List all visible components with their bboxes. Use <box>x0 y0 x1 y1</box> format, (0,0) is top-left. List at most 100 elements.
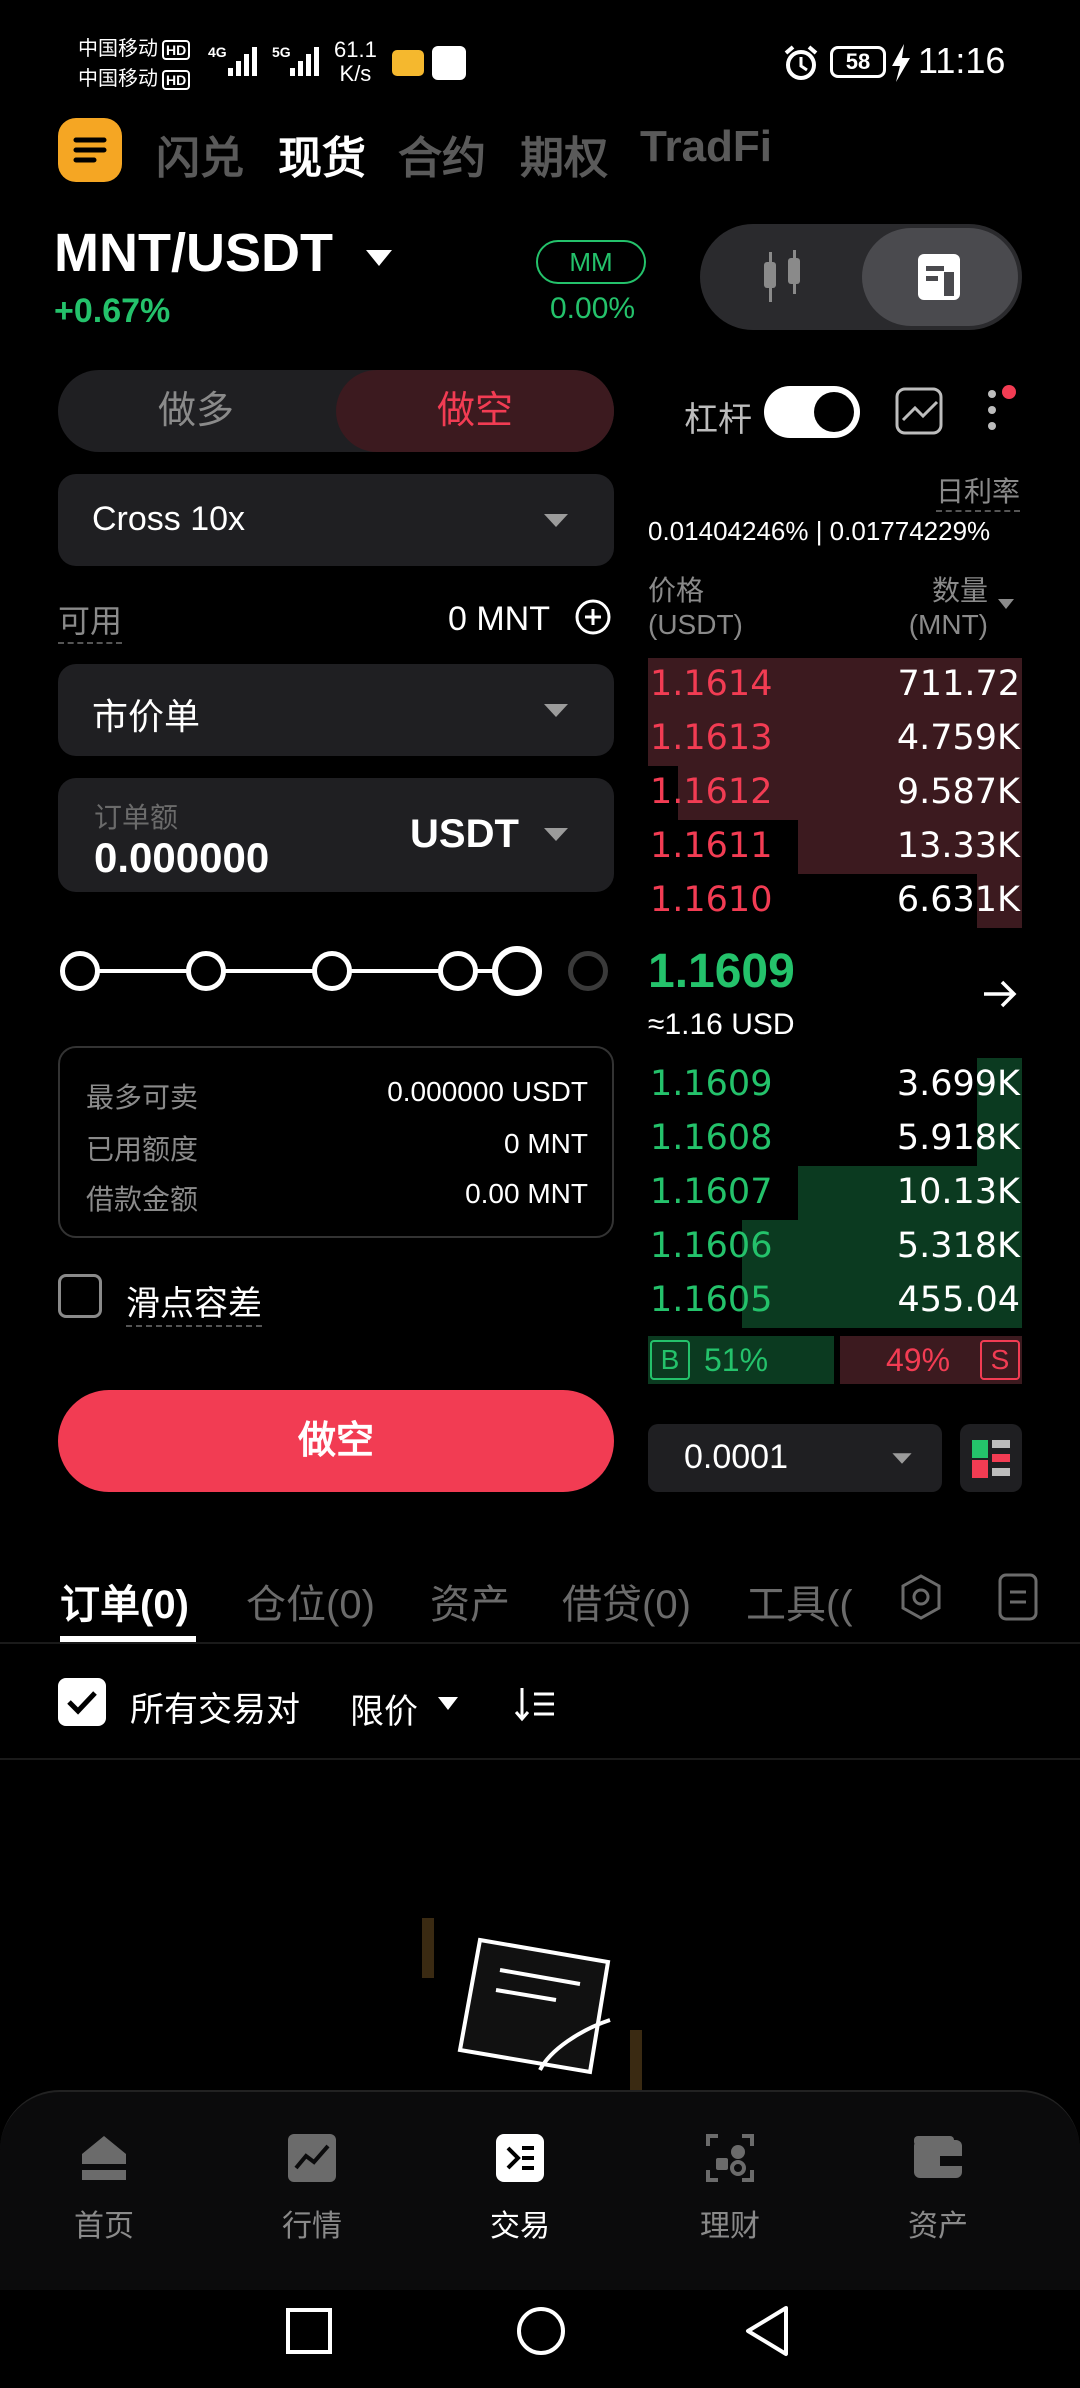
chevron-down-icon[interactable] <box>996 596 1016 612</box>
order-history-icon[interactable] <box>996 1572 1042 1622</box>
nav-label: 交易 <box>490 2210 550 2243</box>
qty-header[interactable]: 数量 (MNT) <box>880 574 988 642</box>
sort-icon[interactable] <box>514 1684 558 1724</box>
home-icon <box>82 2136 126 2180</box>
add-funds-icon[interactable] <box>574 598 612 636</box>
short-tab[interactable]: 做空 <box>336 370 614 452</box>
order-filter[interactable]: 限价 <box>350 1684 418 1733</box>
nav-assets[interactable]: 资产 <box>858 2130 1018 2245</box>
bid-quantity: 10.13K <box>896 1172 1020 1212</box>
buy-sell-ratio: B 51% 49% S <box>648 1336 1022 1384</box>
order-type-select[interactable]: 市价单 <box>58 664 614 756</box>
slider-step-100[interactable] <box>568 951 608 991</box>
ask-row[interactable]: 1.1610 6.631K <box>648 874 1022 928</box>
ask-quantity: 4.759K <box>896 718 1020 758</box>
nav-label: 理财 <box>700 2210 760 2243</box>
amount-label: 订单额 <box>94 802 179 833</box>
ask-price: 1.1611 <box>650 826 773 866</box>
tab-positions[interactable]: 仓位(0) <box>246 1572 375 1630</box>
tab-assets[interactable]: 资产 <box>430 1572 510 1630</box>
tab-futures[interactable]: 合约 <box>398 122 486 186</box>
precision-select[interactable]: 0.0001 <box>648 1424 942 1492</box>
slider-step-75[interactable] <box>438 951 478 991</box>
nav-label: 首页 <box>74 2210 134 2243</box>
buy-ratio: 51% <box>704 1342 769 1378</box>
ask-quantity: 6.631K <box>896 880 1020 920</box>
tab-tools[interactable]: 工具(( <box>746 1572 852 1630</box>
menu-icon <box>73 137 107 163</box>
hd-badge: HD <box>162 70 191 90</box>
amount-slider[interactable] <box>58 944 614 998</box>
nav-earn[interactable]: 理财 <box>650 2130 810 2245</box>
book-layout-button[interactable] <box>960 1424 1022 1492</box>
info-value-used: 0 MNT <box>504 1128 588 1159</box>
ask-row[interactable]: 1.1613 4.759K <box>648 712 1022 766</box>
nav-markets[interactable]: 行情 <box>232 2130 392 2245</box>
divider <box>0 1642 1080 1644</box>
tab-loans[interactable]: 借贷(0) <box>562 1572 691 1630</box>
back-button[interactable] <box>742 2304 792 2358</box>
pair-selector[interactable]: MNT/USDT <box>54 222 394 284</box>
bid-row[interactable]: 1.1607 10.13K <box>648 1166 1022 1220</box>
amount-currency[interactable]: USDT <box>410 812 519 857</box>
bid-quantity: 5.918K <box>896 1118 1020 1158</box>
leverage-label: 杠杆 <box>684 401 752 439</box>
long-tab[interactable]: 做多 <box>58 370 334 452</box>
slippage-checkbox[interactable] <box>58 1274 102 1318</box>
buy-badge: B <box>650 1340 690 1380</box>
slider-step-25[interactable] <box>186 951 226 991</box>
bid-row[interactable]: 1.1609 3.699K <box>648 1058 1022 1112</box>
ask-row[interactable]: 1.1614 711.72 <box>648 658 1022 712</box>
bid-quantity: 455.04 <box>897 1280 1020 1320</box>
margin-mode-select[interactable]: Cross 10x <box>58 474 614 566</box>
settings-icon[interactable] <box>896 1572 946 1622</box>
last-price-usd: ≈1.16 USD <box>648 1008 795 1041</box>
tab-tradfi[interactable]: TradFi <box>640 122 772 172</box>
amount-input[interactable]: 0.000000 <box>94 834 269 882</box>
tab-orders[interactable]: 订单(0) <box>60 1572 189 1630</box>
home-button[interactable] <box>514 2304 568 2358</box>
dropdown-arrow-icon <box>544 828 568 841</box>
ask-row[interactable]: 1.1612 9.587K <box>648 766 1022 820</box>
ask-row[interactable]: 1.1611 13.33K <box>648 820 1022 874</box>
slider-step-50[interactable] <box>312 951 352 991</box>
nav-home[interactable]: 首页 <box>24 2130 184 2245</box>
menu-button[interactable] <box>58 118 122 182</box>
alarm-icon <box>784 45 818 80</box>
slider-handle[interactable] <box>492 946 542 996</box>
sell-short-button[interactable]: 做空 <box>58 1390 614 1492</box>
mm-badge[interactable]: MM <box>536 240 646 284</box>
bid-row[interactable]: 1.1605 455.04 <box>648 1274 1022 1328</box>
tab-swap[interactable]: 闪兑 <box>156 122 244 186</box>
trade-icon <box>496 2134 544 2182</box>
leverage-toggle[interactable] <box>764 386 860 438</box>
order-amount-field[interactable]: 订单额 0.000000 USDT <box>58 778 614 892</box>
bid-row[interactable]: 1.1606 5.318K <box>648 1220 1022 1274</box>
tab-options[interactable]: 期权 <box>520 122 608 186</box>
charging-icon <box>892 44 910 82</box>
orderbook-view-button[interactable] <box>862 228 1018 326</box>
more-icon[interactable] <box>980 382 1016 438</box>
chevron-down-icon[interactable] <box>436 1694 460 1714</box>
all-pairs-checkbox[interactable] <box>58 1678 106 1726</box>
nav-label: 行情 <box>282 2210 342 2243</box>
candlestick-icon[interactable] <box>758 250 808 304</box>
carrier-2: 中国移动 <box>78 68 158 90</box>
all-pairs-label[interactable]: 所有交易对 <box>130 1682 300 1731</box>
status-bar: 中国移动 HD 中国移动 HD 4G 5G 61.1 K/s 58 11:16 <box>0 0 1080 120</box>
view-toggle[interactable] <box>700 224 1022 330</box>
slippage-label[interactable]: 滑点容差 <box>126 1276 262 1327</box>
bid-price: 1.1609 <box>650 1064 773 1104</box>
bid-price: 1.1605 <box>650 1280 773 1320</box>
toggle-knob <box>814 392 854 432</box>
tab-spot[interactable]: 现货 <box>278 122 366 186</box>
slider-step-0[interactable] <box>60 951 100 991</box>
bid-row[interactable]: 1.1608 5.918K <box>648 1112 1022 1166</box>
precision-value: 0.0001 <box>684 1438 788 1476</box>
last-price[interactable]: 1.1609 <box>648 944 795 999</box>
nav-trade[interactable]: 交易 <box>440 2130 600 2245</box>
signal-icon <box>290 47 319 76</box>
recent-apps-button[interactable] <box>284 2306 334 2356</box>
chart-icon[interactable] <box>894 386 944 436</box>
arrow-right-icon[interactable] <box>980 976 1020 1012</box>
